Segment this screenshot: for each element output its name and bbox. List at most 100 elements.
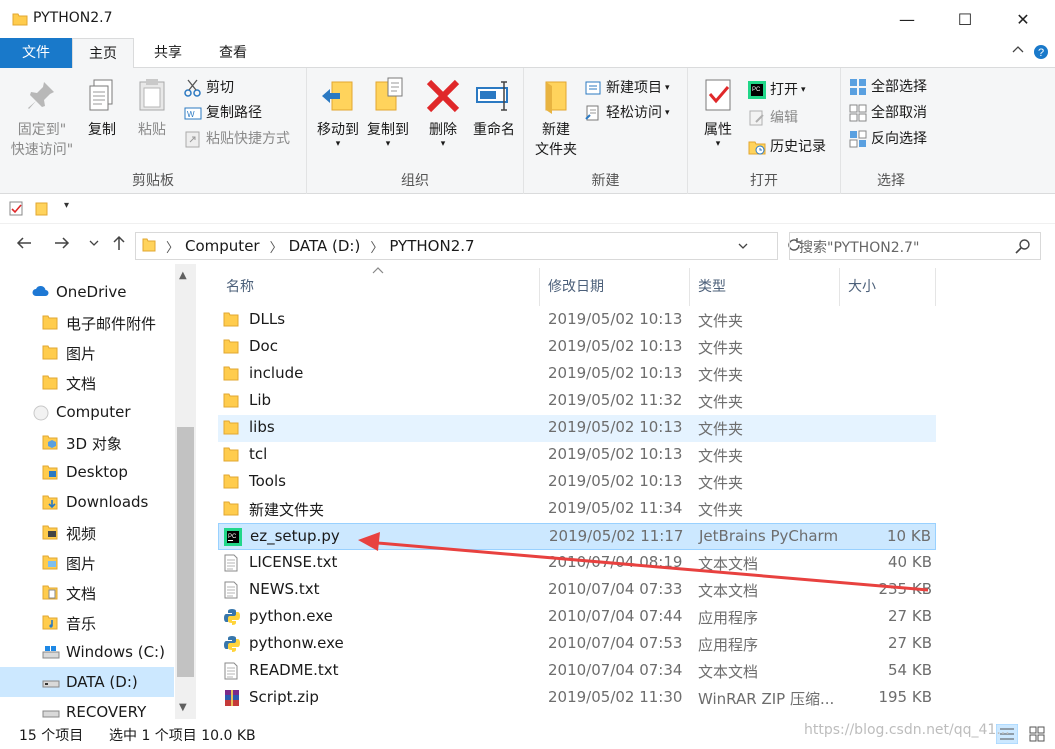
sidebar-item[interactable]: DATA (D:) [0, 667, 174, 697]
properties-dropdown-icon: ▾ [715, 139, 721, 149]
scroll-down-arrow-icon[interactable]: ▼ [179, 702, 187, 713]
select-none-icon [849, 104, 867, 122]
sidebar-item-label: 文档 [66, 375, 97, 393]
address-bar[interactable]: 〉 Computer 〉 DATA (D:) 〉 PYTHON2.7 [135, 232, 801, 260]
up-arrow-icon[interactable] [110, 234, 128, 256]
group-label-clipboard: 剪贴板 [132, 173, 174, 189]
sidebar-item[interactable]: 电子邮件附件 [0, 307, 174, 337]
customize-toolbar-icon[interactable]: ▾ [64, 200, 69, 211]
new-folder-icon [536, 76, 576, 116]
group-label-open: 打开 [750, 173, 778, 189]
address-dropdown-chevron-icon[interactable] [737, 240, 749, 256]
delete-button[interactable]: 删除 ▾ [421, 76, 465, 149]
forward-arrow-icon[interactable] [53, 234, 71, 256]
large-icons-view-icon[interactable] [1027, 724, 1047, 748]
group-new: 新建 文件夹 新建项目 ▾ 轻松访问 ▾ 新建 [524, 68, 688, 194]
delete-dropdown-icon: ▾ [440, 139, 446, 149]
sidebar-item[interactable]: 图片 [0, 547, 174, 577]
maximize-button[interactable]: ☐ [936, 0, 994, 38]
history-button[interactable]: 历史记录 [748, 135, 826, 159]
paste-icon [132, 76, 172, 116]
tab-file[interactable]: 文件 [0, 38, 72, 68]
sidebar-item[interactable]: 音乐 [0, 607, 174, 637]
edit-button[interactable]: 编辑 [748, 106, 798, 130]
rename-button[interactable]: 重命名 [469, 76, 519, 140]
sidebar-item[interactable]: Computer [0, 397, 174, 427]
scroll-up-arrow-icon[interactable]: ▲ [179, 270, 187, 281]
folder-icon [42, 344, 60, 362]
select-all-button[interactable]: 全部选择 [849, 75, 927, 99]
easy-access-button[interactable]: 轻松访问 ▾ [584, 101, 670, 125]
invert-selection-icon [849, 130, 867, 148]
rename-icon [474, 76, 514, 116]
move-to-icon [318, 76, 358, 116]
group-label-select: 选择 [877, 173, 905, 189]
help-icon[interactable]: ? [1033, 44, 1049, 64]
music-folder-icon [42, 614, 60, 632]
breadcrumb-chevron-icon[interactable]: 〉 [370, 237, 383, 256]
delete-x-icon [423, 76, 463, 116]
breadcrumb-python27[interactable]: PYTHON2.7 [389, 237, 474, 255]
scissors-icon [184, 79, 202, 97]
search-input[interactable]: 搜索"PYTHON2.7" [789, 232, 1041, 260]
sidebar-item-label: Windows (C:) [66, 643, 165, 661]
breadcrumb-computer[interactable]: Computer [185, 237, 260, 255]
sidebar-item[interactable]: Windows (C:) [0, 637, 174, 667]
annotation-arrow [358, 532, 929, 592]
paste-shortcut-button[interactable]: 粘贴快捷方式 [184, 127, 290, 151]
close-button[interactable]: ✕ [994, 0, 1052, 38]
sidebar-item[interactable]: 视频 [0, 517, 174, 547]
paste-button[interactable]: 粘贴 [130, 76, 174, 140]
tab-home[interactable]: 主页 [72, 38, 134, 69]
sidebar-item[interactable]: Downloads [0, 487, 174, 517]
open-button[interactable]: PC 打开 ▾ [748, 78, 806, 102]
sidebar-item[interactable]: 文档 [0, 367, 174, 397]
sidebar-item[interactable]: Desktop [0, 457, 174, 487]
collapse-ribbon-icon[interactable] [1012, 44, 1024, 60]
ribbon-tabs: 文件 主页 共享 查看 ? [0, 38, 1055, 69]
sidebar-item-label: Computer [56, 403, 131, 421]
search-icon[interactable] [1015, 238, 1031, 258]
paste-shortcut-icon [184, 130, 202, 148]
downloads-folder-icon [42, 494, 60, 512]
edit-icon [748, 109, 766, 127]
sidebar-item[interactable]: OneDrive [0, 277, 174, 307]
sidebar-item[interactable]: RECOVERY (E:) [0, 697, 174, 719]
properties-button[interactable]: 属性 ▾ [694, 76, 742, 149]
sidebar-item[interactable]: 3D 对象 [0, 427, 174, 457]
group-select: 全部选择 全部取消 反向选择 选择 [841, 68, 941, 194]
select-none-button[interactable]: 全部取消 [849, 101, 927, 125]
properties-check-icon[interactable] [9, 201, 24, 220]
breadcrumb-data-drive[interactable]: DATA (D:) [289, 237, 361, 255]
recent-locations-chevron-icon[interactable] [88, 237, 100, 252]
sidebar-item-label: 音乐 [66, 615, 97, 633]
breadcrumb-chevron-icon[interactable]: 〉 [166, 237, 179, 256]
sidebar-item-label: 图片 [66, 345, 97, 363]
svg-text:W: W [187, 110, 195, 119]
cut-button[interactable]: 剪切 [184, 76, 234, 100]
group-label-new: 新建 [591, 173, 620, 189]
back-arrow-icon[interactable] [15, 234, 33, 256]
move-to-button[interactable]: 移动到 ▾ [313, 76, 363, 149]
sidebar-item[interactable]: 文档 [0, 577, 174, 607]
minimize-button[interactable]: — [878, 0, 936, 38]
breadcrumb-chevron-icon[interactable]: 〉 [270, 237, 283, 256]
pin-icon [22, 76, 62, 116]
new-folder-icon[interactable] [34, 201, 49, 220]
navigation-pane-scrollbar[interactable]: ▲ ▼ [175, 264, 196, 719]
new-folder-button[interactable]: 新建 文件夹 [532, 76, 580, 160]
search-placeholder: 搜索"PYTHON2.7" [799, 240, 920, 256]
sidebar-item[interactable]: 图片 [0, 337, 174, 367]
copy-button[interactable]: 复制 [80, 76, 124, 140]
scrollbar-thumb[interactable] [177, 427, 194, 677]
group-label-organize: 组织 [401, 173, 429, 189]
invert-selection-button[interactable]: 反向选择 [849, 127, 927, 151]
copy-path-button[interactable]: W 复制路径 [184, 101, 262, 125]
tab-view[interactable]: 查看 [203, 38, 263, 68]
pin-quick-access-button[interactable]: 固定到" 快速访问" [8, 76, 76, 160]
new-item-button[interactable]: 新建项目 ▾ [584, 76, 670, 100]
folder-icon [12, 11, 28, 31]
copy-to-button[interactable]: 复制到 ▾ [363, 76, 413, 149]
tab-share[interactable]: 共享 [138, 38, 198, 68]
title-bar: PYTHON2.7 — ☐ ✕ [0, 0, 1055, 38]
